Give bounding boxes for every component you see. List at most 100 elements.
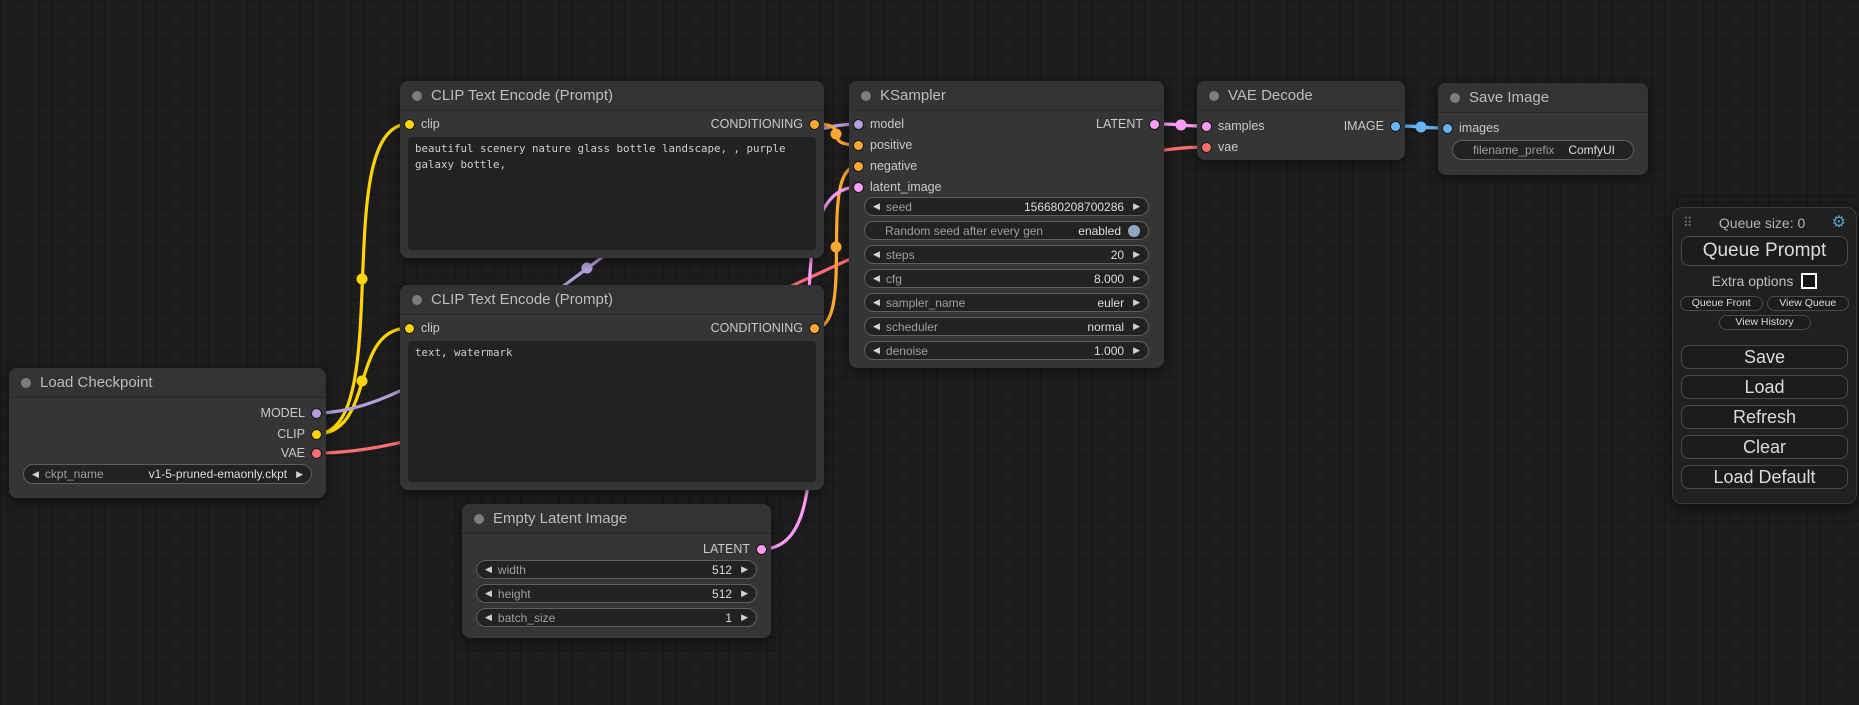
clip-port-icon[interactable] [312, 430, 321, 439]
prompt-textarea[interactable]: text, watermark [408, 341, 816, 482]
image-port-icon[interactable] [1391, 122, 1400, 131]
scheduler-combo[interactable]: ◀ scheduler normal ▶ [864, 317, 1149, 336]
node-save-image[interactable]: Save Image images filename_prefix ComfyU… [1438, 83, 1648, 175]
model-port-icon[interactable] [854, 120, 863, 129]
save-button[interactable]: Save [1681, 345, 1848, 369]
widget-value: normal [1087, 320, 1124, 334]
increment-arrow-icon[interactable]: ▶ [1133, 274, 1140, 283]
conditioning-port-icon[interactable] [854, 162, 863, 171]
node-empty-latent-image[interactable]: Empty Latent Image LATENT ◀ width 512 ▶ … [462, 504, 771, 638]
width-number-widget[interactable]: ◀ width 512 ▶ [476, 560, 757, 579]
extra-options-checkbox[interactable] [1801, 273, 1817, 289]
decrement-arrow-icon[interactable]: ◀ [32, 470, 39, 479]
increment-arrow-icon[interactable]: ▶ [741, 589, 748, 598]
node-header[interactable]: CLIP Text Encode (Prompt) [400, 285, 824, 315]
view-queue-button[interactable]: View Queue [1767, 296, 1850, 311]
decrement-arrow-icon[interactable]: ◀ [485, 613, 492, 622]
widget-value: 1 [725, 611, 732, 625]
node-header[interactable]: Save Image [1438, 83, 1648, 113]
node-clip-text-encode-positive[interactable]: CLIP Text Encode (Prompt) clip CONDITION… [400, 81, 824, 258]
load-default-button[interactable]: Load Default [1681, 465, 1848, 489]
input-slot-negative: negative [854, 157, 917, 175]
drag-handle-icon[interactable]: ⠿ [1683, 215, 1693, 231]
node-header[interactable]: KSampler [849, 81, 1164, 111]
denoise-number-widget[interactable]: ◀ denoise 1.000 ▶ [864, 341, 1149, 360]
toggle-enabled-icon[interactable] [1128, 225, 1140, 237]
refresh-button[interactable]: Refresh [1681, 405, 1848, 429]
latent-port-icon[interactable] [854, 183, 863, 192]
queue-front-button[interactable]: Queue Front [1680, 296, 1763, 311]
collapse-dot-icon[interactable] [412, 295, 422, 305]
decrement-arrow-icon[interactable]: ◀ [873, 202, 880, 211]
decrement-arrow-icon[interactable]: ◀ [873, 298, 880, 307]
conditioning-port-icon[interactable] [810, 324, 819, 333]
slot-label: LATENT [1096, 117, 1143, 131]
link-dot-clip-2[interactable] [357, 376, 368, 387]
collapse-dot-icon[interactable] [1450, 93, 1460, 103]
view-history-button[interactable]: View History [1719, 315, 1811, 330]
node-title: Load Checkpoint [40, 374, 153, 391]
collapse-dot-icon[interactable] [474, 514, 484, 524]
link-dot-latent[interactable] [1176, 120, 1187, 131]
cfg-number-widget[interactable]: ◀ cfg 8.000 ▶ [864, 269, 1149, 288]
ckpt-name-combo[interactable]: ◀ ckpt_name v1-5-pruned-emaonly.ckpt ▶ [23, 464, 312, 484]
decrement-arrow-icon[interactable]: ◀ [485, 589, 492, 598]
increment-arrow-icon[interactable]: ▶ [296, 470, 303, 479]
queue-small-buttons-row: Queue Front View Queue [1680, 296, 1849, 311]
queue-size-label: Queue size: 0 [1693, 215, 1832, 231]
increment-arrow-icon[interactable]: ▶ [1133, 298, 1140, 307]
decrement-arrow-icon[interactable]: ◀ [873, 274, 880, 283]
latent-port-icon[interactable] [1150, 120, 1159, 129]
node-header[interactable]: Empty Latent Image [462, 504, 771, 534]
increment-arrow-icon[interactable]: ▶ [1133, 346, 1140, 355]
node-editor-canvas[interactable]: Load Checkpoint MODEL CLIP VAE ◀ ckpt_na… [0, 0, 1859, 705]
link-dot-model[interactable] [582, 263, 593, 274]
decrement-arrow-icon[interactable]: ◀ [873, 322, 880, 331]
decrement-arrow-icon[interactable]: ◀ [873, 346, 880, 355]
increment-arrow-icon[interactable]: ▶ [741, 613, 748, 622]
decrement-arrow-icon[interactable]: ◀ [873, 250, 880, 259]
prompt-textarea[interactable]: beautiful scenery nature glass bottle la… [408, 137, 816, 250]
image-port-icon[interactable] [1443, 124, 1452, 133]
batch-size-number-widget[interactable]: ◀ batch_size 1 ▶ [476, 608, 757, 627]
decrement-arrow-icon[interactable]: ◀ [485, 565, 492, 574]
link-dot-cond-1[interactable] [831, 129, 842, 140]
steps-number-widget[interactable]: ◀ steps 20 ▶ [864, 245, 1149, 264]
filename-prefix-field[interactable]: filename_prefix ComfyUI [1452, 140, 1634, 160]
increment-arrow-icon[interactable]: ▶ [1133, 322, 1140, 331]
clip-port-icon[interactable] [405, 324, 414, 333]
node-header[interactable]: Load Checkpoint [9, 368, 326, 398]
height-number-widget[interactable]: ◀ height 512 ▶ [476, 584, 757, 603]
node-load-checkpoint[interactable]: Load Checkpoint MODEL CLIP VAE ◀ ckpt_na… [9, 368, 326, 498]
latent-port-icon[interactable] [757, 545, 766, 554]
node-header[interactable]: CLIP Text Encode (Prompt) [400, 81, 824, 111]
link-dot-clip-1[interactable] [357, 274, 368, 285]
collapse-dot-icon[interactable] [861, 91, 871, 101]
queue-prompt-button[interactable]: Queue Prompt [1681, 236, 1848, 266]
node-clip-text-encode-negative[interactable]: CLIP Text Encode (Prompt) clip CONDITION… [400, 285, 824, 490]
increment-arrow-icon[interactable]: ▶ [741, 565, 748, 574]
latent-port-icon[interactable] [1202, 122, 1211, 131]
sampler-name-combo[interactable]: ◀ sampler_name euler ▶ [864, 293, 1149, 312]
load-button[interactable]: Load [1681, 375, 1848, 399]
link-dot-image[interactable] [1416, 122, 1427, 133]
node-header[interactable]: VAE Decode [1197, 81, 1405, 111]
conditioning-port-icon[interactable] [810, 120, 819, 129]
seed-number-widget[interactable]: ◀ seed 156680208700286 ▶ [864, 197, 1149, 216]
increment-arrow-icon[interactable]: ▶ [1133, 250, 1140, 259]
link-dot-cond-2[interactable] [831, 242, 842, 253]
random-seed-toggle-widget[interactable]: Random seed after every gen enabled [864, 221, 1149, 240]
node-vae-decode[interactable]: VAE Decode samples vae IMAGE [1197, 81, 1405, 160]
conditioning-port-icon[interactable] [854, 141, 863, 150]
node-ksampler[interactable]: KSampler model positive negative latent_… [849, 81, 1164, 368]
collapse-dot-icon[interactable] [21, 378, 31, 388]
vae-port-icon[interactable] [1202, 143, 1211, 152]
model-port-icon[interactable] [312, 409, 321, 418]
increment-arrow-icon[interactable]: ▶ [1133, 202, 1140, 211]
settings-gear-icon[interactable]: ⚙ [1832, 215, 1846, 231]
clear-button[interactable]: Clear [1681, 435, 1848, 459]
collapse-dot-icon[interactable] [412, 91, 422, 101]
vae-port-icon[interactable] [312, 449, 321, 458]
clip-port-icon[interactable] [405, 120, 414, 129]
collapse-dot-icon[interactable] [1209, 91, 1219, 101]
